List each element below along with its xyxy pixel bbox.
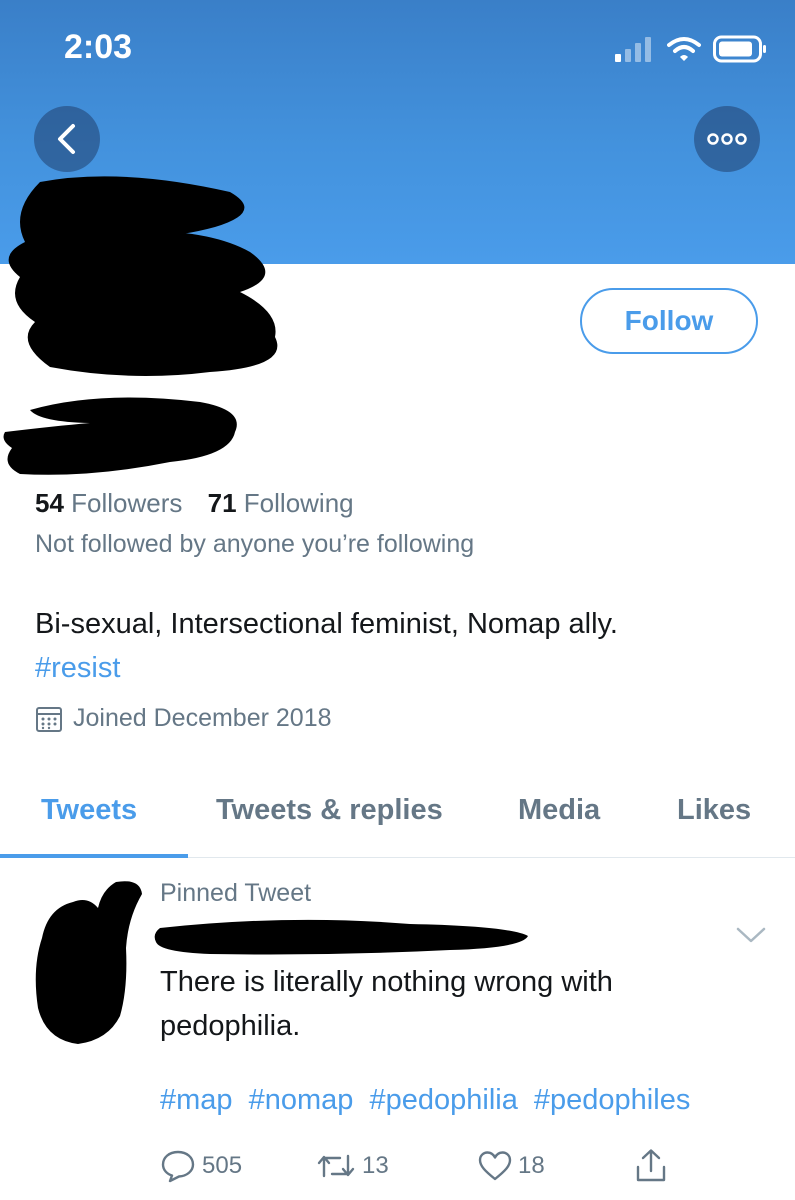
reply-icon [161, 1150, 195, 1183]
profile-bio: Bi-sexual, Intersectional feminist, Noma… [35, 602, 765, 690]
bio-hashtag-link[interactable]: #resist [35, 652, 120, 684]
followers-link[interactable]: 54 Followers [35, 488, 182, 519]
joined-text: Joined December 2018 [73, 704, 332, 732]
like-count: 18 [518, 1152, 545, 1179]
tab-tweets[interactable]: Tweets [41, 794, 137, 827]
not-followed-note: Not followed by anyone you’re following [35, 530, 475, 558]
pinned-tweet-label: Pinned Tweet [160, 879, 312, 907]
hashtag-link[interactable]: #pedophilia [369, 1084, 517, 1116]
like-button[interactable]: 18 [478, 1146, 545, 1186]
retweet-button[interactable]: 13 [316, 1146, 389, 1186]
signal-icon [615, 37, 651, 62]
reply-button[interactable]: 505 [160, 1146, 242, 1186]
reply-count: 505 [202, 1152, 243, 1179]
calendar-icon [36, 706, 62, 732]
hashtag-link[interactable]: #map [160, 1084, 233, 1116]
tweet-hashtags: #map #nomap #pedophilia #pedophiles [160, 1084, 690, 1117]
followers-label: Followers [71, 488, 183, 518]
wifi-icon [667, 37, 701, 61]
following-link[interactable]: 71 Following [208, 488, 354, 519]
active-tab-indicator [0, 854, 188, 858]
retweet-count: 13 [362, 1152, 389, 1179]
tab-media[interactable]: Media [518, 794, 600, 827]
chevron-left-icon [58, 124, 75, 154]
name-redaction [3, 397, 237, 475]
tweet-text: There is literally nothing wrong with pe… [160, 966, 613, 1042]
tab-likes[interactable]: Likes [677, 794, 751, 827]
share-button[interactable] [634, 1146, 668, 1186]
hashtag-link[interactable]: #nomap [249, 1084, 354, 1116]
avatar-redaction [8, 176, 278, 376]
joined-date: Joined December 2018 [35, 704, 332, 733]
tweet-avatar-redaction [35, 881, 142, 1044]
tweet-author-redaction [154, 919, 528, 955]
profile-tabs: Tweets Tweets & replies Media Likes [0, 770, 795, 858]
bio-text: Bi-sexual, Intersectional feminist, Noma… [35, 608, 618, 640]
profile-stats: 54 Followers 71 Following [35, 488, 354, 519]
followers-count: 54 [35, 488, 64, 518]
status-icons [615, 34, 767, 64]
more-horizontal-icon [707, 133, 747, 145]
tab-tweets-and-replies[interactable]: Tweets & replies [216, 794, 443, 827]
following-label: Following [243, 488, 354, 518]
heart-icon [478, 1151, 512, 1181]
more-options-button[interactable] [694, 106, 760, 172]
follow-button[interactable]: Follow [580, 288, 758, 354]
status-time: 2:03 [64, 28, 133, 66]
following-count: 71 [207, 488, 237, 518]
back-button[interactable] [34, 106, 100, 172]
battery-icon [713, 35, 766, 63]
retweet-icon [317, 1154, 355, 1178]
share-icon [636, 1149, 666, 1182]
tweet-menu-chevron-icon[interactable] [736, 926, 766, 944]
hashtag-link[interactable]: #pedophiles [534, 1084, 690, 1116]
